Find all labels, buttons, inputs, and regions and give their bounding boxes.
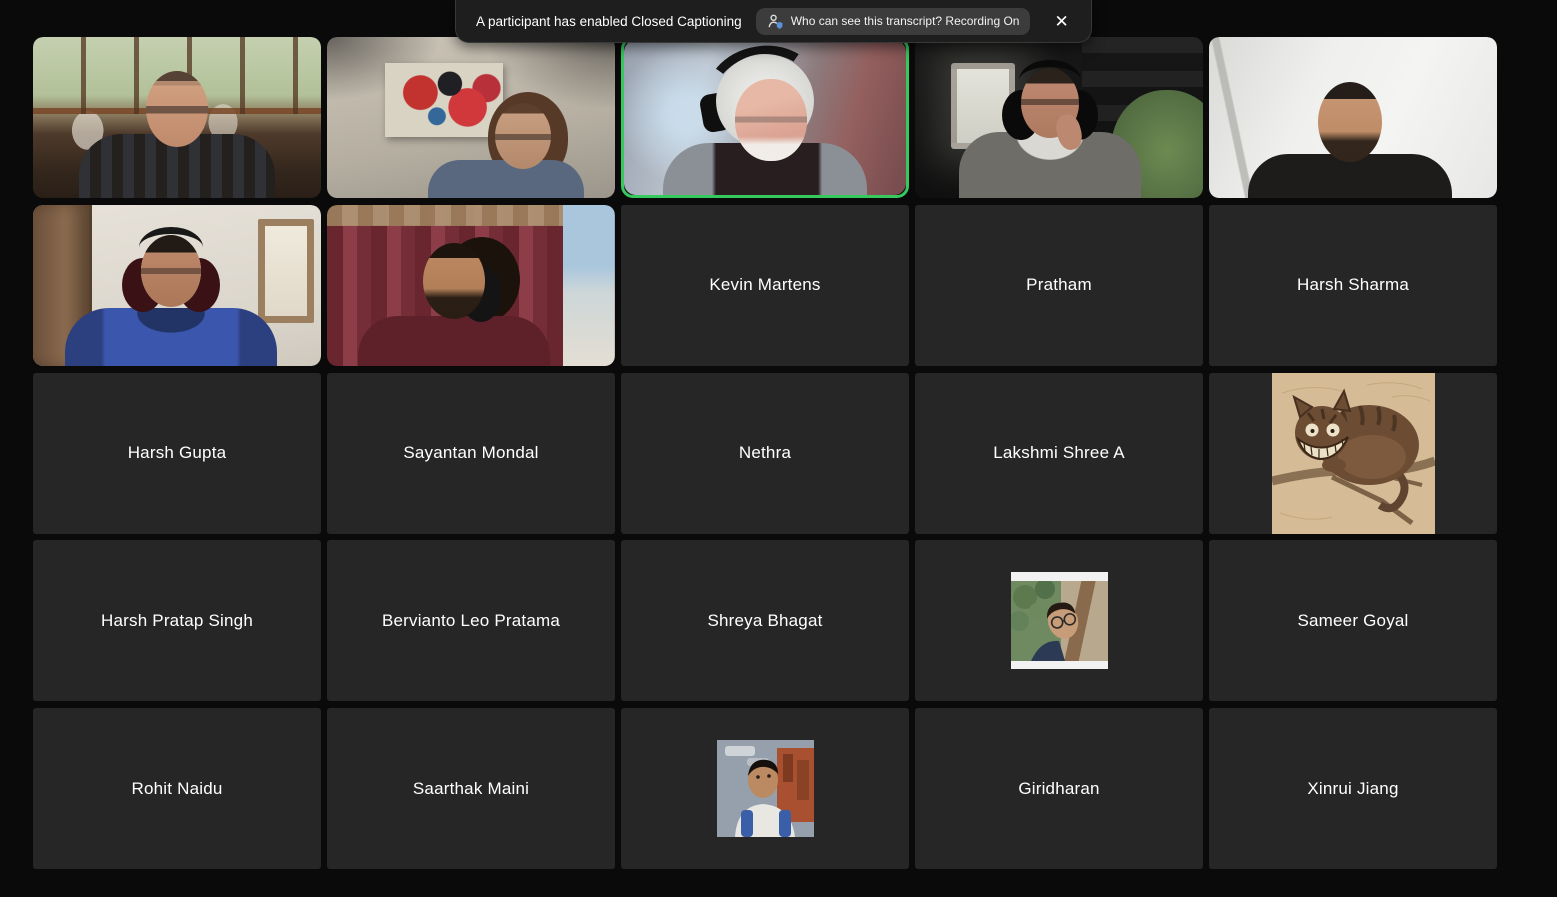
video-feed-maroon-curtains-beard [327,205,615,366]
participant-name: Bervianto Leo Pratama [382,611,560,631]
video-feed-bright-wall-beard [1209,37,1497,198]
name-participant-tile[interactable]: Lakshmi Shree A [915,373,1203,534]
profile-photo-avatar [1011,572,1108,669]
name-participant-tile[interactable]: Sayantan Mondal [327,373,615,534]
participant-name: Pratham [1026,275,1092,295]
name-participant-tile[interactable]: Harsh Gupta [33,373,321,534]
name-participant-tile[interactable]: Pratham [915,205,1203,366]
cc-banner: A participant has enabled Closed Caption… [455,0,1092,43]
avatar-participant-tile[interactable] [1209,373,1497,534]
name-participant-tile[interactable]: Bervianto Leo Pratama [327,540,615,701]
video-participant-tile[interactable] [327,37,615,198]
name-participant-tile[interactable]: Saarthak Maini [327,708,615,869]
video-feed-cafe-man-glasses [33,37,321,198]
transcript-info-button[interactable]: Who can see this transcript? Recording O… [756,8,1031,35]
video-feed-blue-hoodie-headset [33,205,321,366]
video-feed-woman-painting [327,37,615,198]
participant-name: Harsh Sharma [1297,275,1409,295]
avatar-participant-tile[interactable] [915,540,1203,701]
participant-name: Xinrui Jiang [1307,779,1398,799]
profile-photo-avatar [717,740,814,837]
name-participant-tile[interactable]: Giridharan [915,708,1203,869]
participant-name: Sameer Goyal [1297,611,1408,631]
participant-name: Sayantan Mondal [403,443,538,463]
name-participant-tile[interactable]: Harsh Sharma [1209,205,1497,366]
video-participant-tile[interactable] [915,37,1203,198]
participant-name: Giridharan [1018,779,1099,799]
name-participant-tile[interactable]: Rohit Naidu [33,708,321,869]
person-shield-icon [767,13,784,30]
cheshire-cat-avatar [1272,373,1435,534]
avatar-participant-tile[interactable] [621,708,909,869]
participant-name: Kevin Martens [709,275,820,295]
meeting-window: A participant has enabled Closed Caption… [0,0,1557,897]
video-participant-tile[interactable] [621,37,909,198]
cc-banner-message: A participant has enabled Closed Caption… [476,14,742,29]
participant-name: Shreya Bhagat [707,611,822,631]
participant-name: Rohit Naidu [131,779,222,799]
name-participant-tile[interactable]: Harsh Pratap Singh [33,540,321,701]
name-participant-tile[interactable]: Shreya Bhagat [621,540,909,701]
video-participant-tile[interactable] [33,205,321,366]
participant-grid: Kevin Martens Pratham Harsh Sharma Harsh Gu… [33,37,1497,869]
name-participant-tile[interactable]: Xinrui Jiang [1209,708,1497,869]
name-participant-tile[interactable]: Nethra [621,373,909,534]
video-feed-dark-room-headset [915,37,1203,198]
participant-name: Saarthak Maini [413,779,529,799]
banner-close-button[interactable]: ✕ [1046,9,1076,34]
name-participant-tile[interactable]: Kevin Martens [621,205,909,366]
participant-name: Harsh Pratap Singh [101,611,253,631]
video-feed-white-hair-headphones [624,40,906,195]
video-participant-tile[interactable] [33,37,321,198]
participant-name: Nethra [739,443,791,463]
video-participant-tile[interactable] [327,205,615,366]
name-participant-tile[interactable]: Sameer Goyal [1209,540,1497,701]
participant-name: Lakshmi Shree A [993,443,1125,463]
transcript-info-label: Who can see this transcript? Recording O… [791,14,1020,28]
video-participant-tile[interactable] [1209,37,1497,198]
participant-name: Harsh Gupta [128,443,227,463]
